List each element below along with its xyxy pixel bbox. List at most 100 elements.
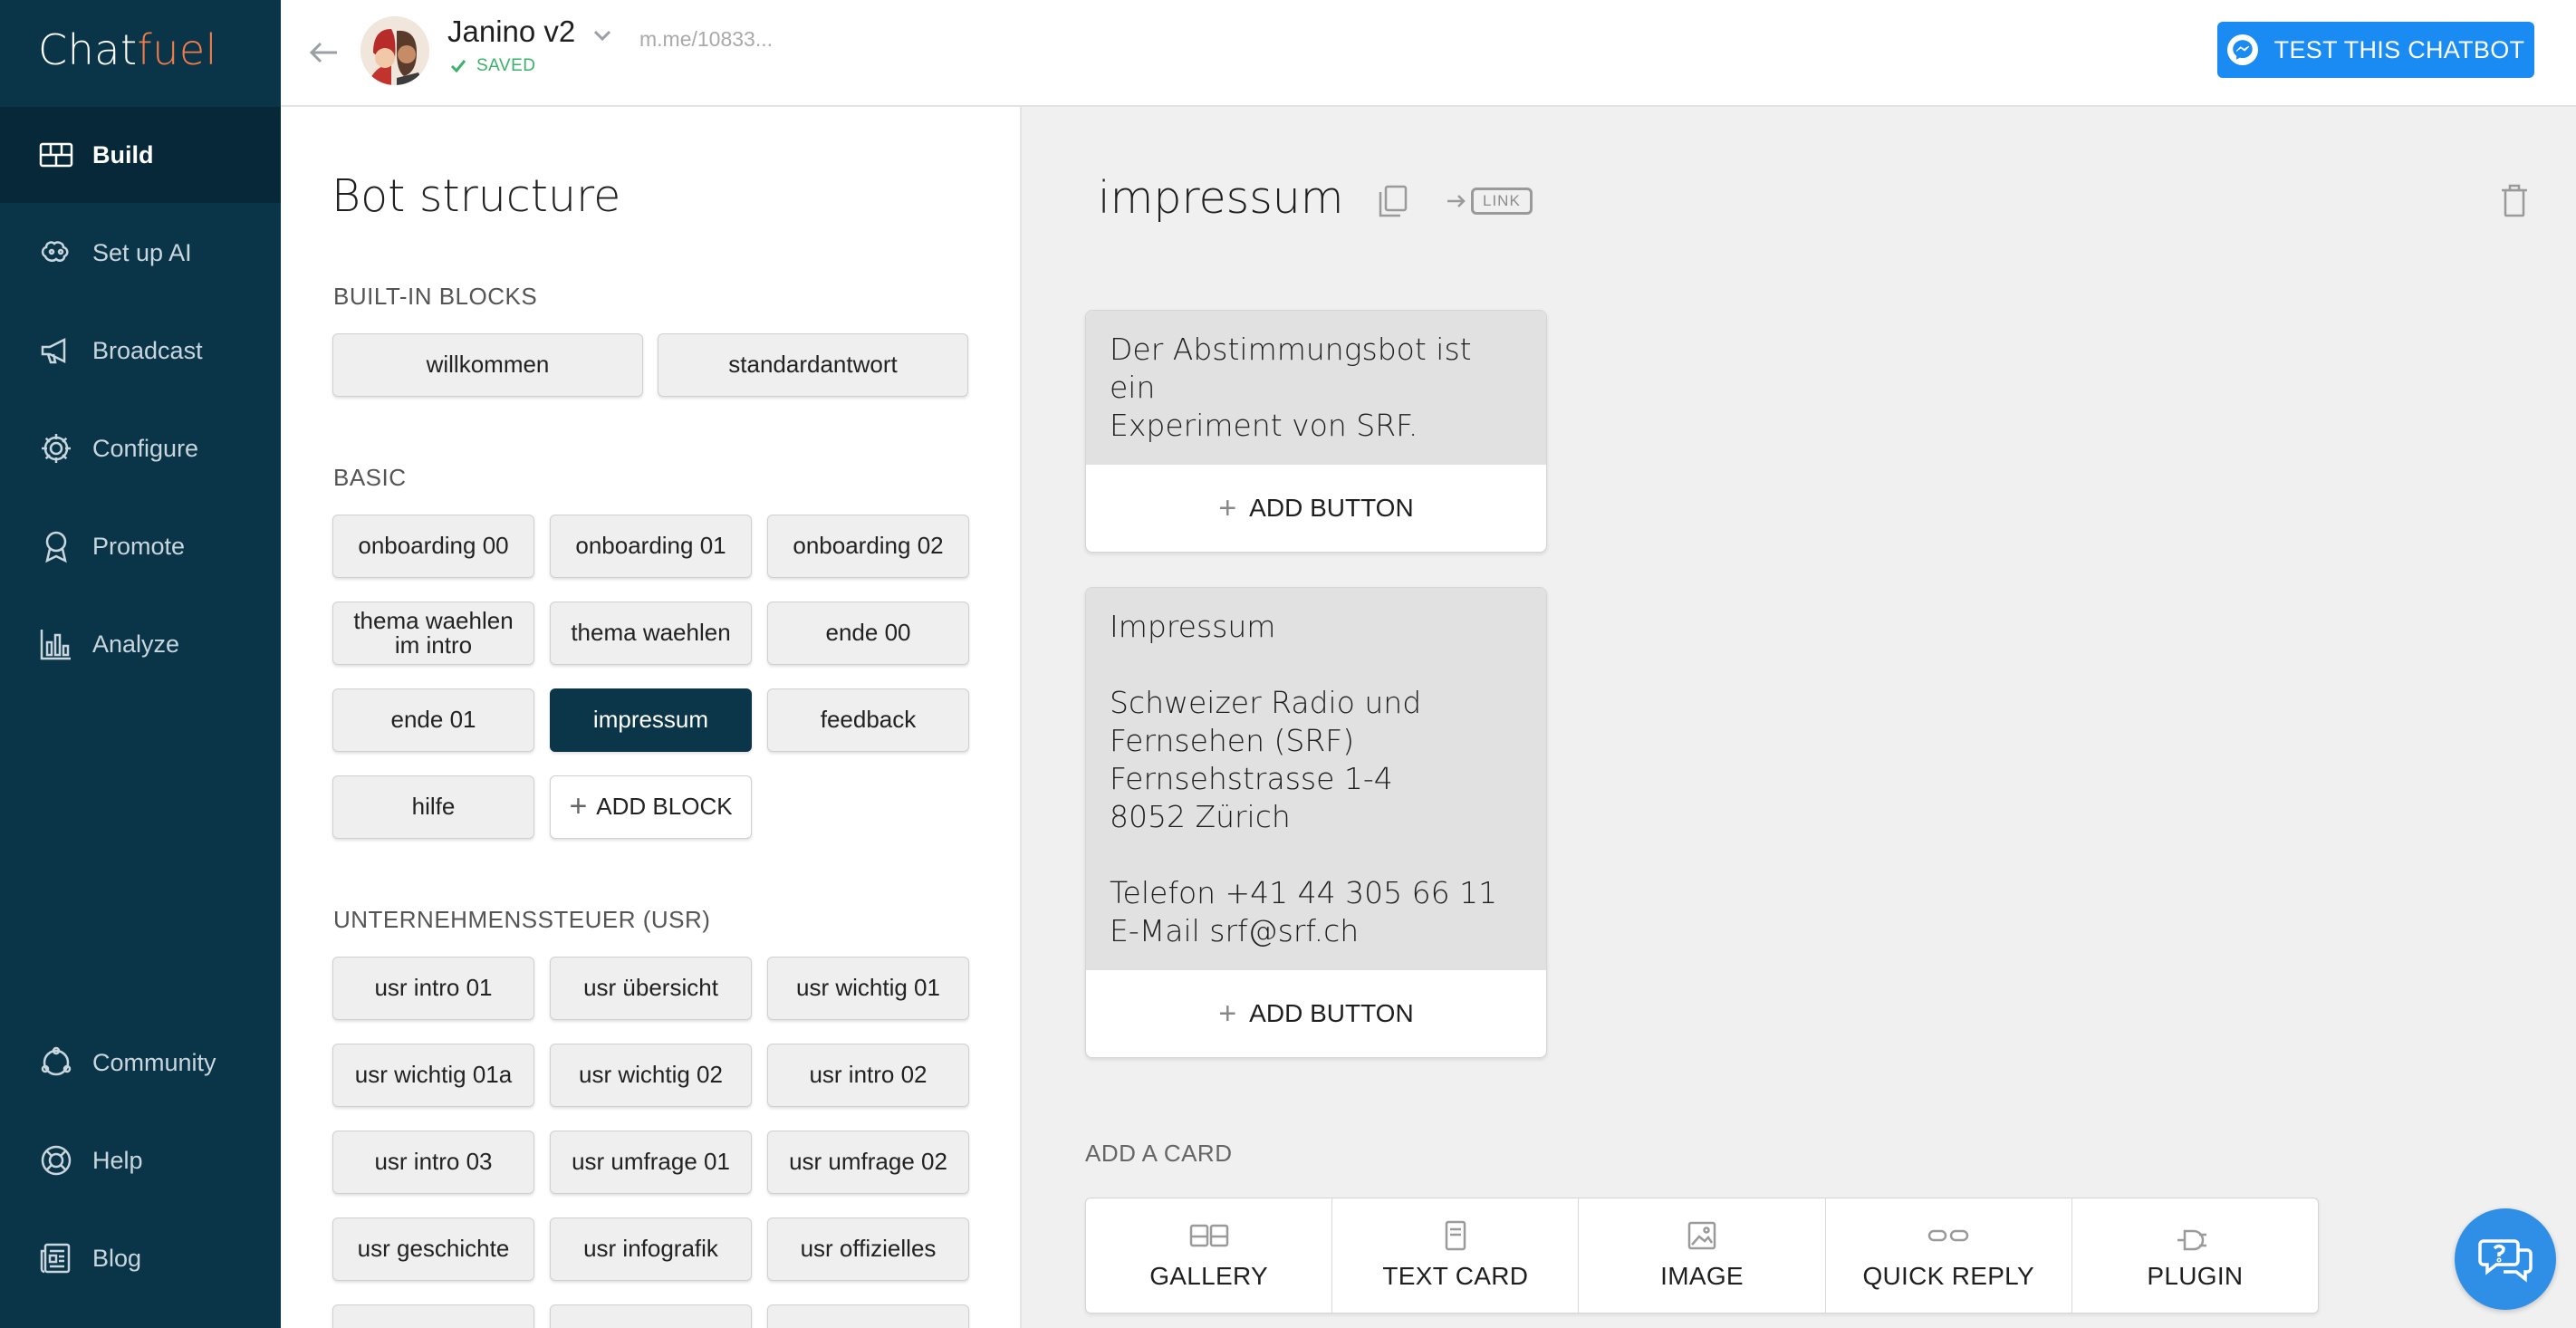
image-label: IMAGE <box>1660 1262 1744 1290</box>
test-chatbot-label: TEST THIS CHATBOT <box>2273 35 2525 63</box>
logo-text-fuel: fuel <box>137 25 217 74</box>
block-usr-offizielles[interactable]: usr offizielles <box>767 1217 969 1281</box>
block-partial[interactable] <box>767 1304 969 1328</box>
block-onboarding-01[interactable]: onboarding 01 <box>550 515 752 578</box>
block-hilfe[interactable]: hilfe <box>332 775 534 839</box>
block-partial[interactable] <box>550 1304 752 1328</box>
nav-promote-label: Promote <box>92 532 186 560</box>
block-usr-wichtig-01[interactable]: usr wichtig 01 <box>767 957 969 1020</box>
bot-structure-title: Bot structure <box>332 170 621 222</box>
text-card-icon <box>1445 1220 1466 1251</box>
block-standardantwort[interactable]: standardantwort <box>658 333 968 397</box>
gallery-label: GALLERY <box>1149 1262 1268 1290</box>
gear-icon <box>38 430 74 467</box>
nav-promote[interactable]: Promote <box>0 498 281 594</box>
block-usr-intro-02[interactable]: usr intro 02 <box>767 1044 969 1107</box>
messenger-icon <box>2226 34 2258 65</box>
add-text-card-button[interactable]: TEXT CARD <box>1332 1198 1580 1313</box>
test-chatbot-button[interactable]: TEST THIS CHATBOT <box>2217 22 2534 78</box>
quick-reply-icon <box>1927 1229 1969 1242</box>
chevron-down-icon[interactable] <box>589 22 616 49</box>
block-usr-intro-03[interactable]: usr intro 03 <box>332 1131 534 1194</box>
card-text[interactable]: Der Abstimmungsbot ist ein Experiment vo… <box>1086 311 1546 465</box>
nav-broadcast[interactable]: Broadcast <box>0 303 281 399</box>
add-button-label: ADD BUTTON <box>1249 494 1414 522</box>
block-feedback[interactable]: feedback <box>767 688 969 752</box>
enter-arrow-icon <box>1447 195 1466 207</box>
bot-messenger-link[interactable]: m.me/10833... <box>639 27 773 52</box>
add-card-label: ADD A CARD <box>1085 1140 1233 1167</box>
back-arrow-icon[interactable] <box>299 27 350 78</box>
nav-community[interactable]: Community <box>0 1015 281 1111</box>
nav-analyze[interactable]: Analyze <box>0 596 281 692</box>
nav-community-label: Community <box>92 1048 216 1076</box>
trash-icon[interactable] <box>2496 181 2533 221</box>
nav-blog-label: Blog <box>92 1244 142 1272</box>
nav-build-label: Build <box>92 140 154 168</box>
section-title-builtin: BUILT-IN BLOCKS <box>333 283 538 310</box>
plus-icon: + <box>1218 996 1237 1031</box>
block-ende-00[interactable]: ende 00 <box>767 601 969 665</box>
saved-label: SAVED <box>476 56 536 75</box>
gallery-icon <box>1189 1224 1228 1247</box>
support-chat-icon[interactable] <box>2455 1208 2556 1310</box>
block-thema-waehlen-im-intro[interactable]: thema waehlen im intro <box>332 601 534 665</box>
link-button[interactable]: LINK <box>1446 185 1533 217</box>
bot-avatar[interactable] <box>360 16 429 85</box>
add-image-button[interactable]: IMAGE <box>1579 1198 1826 1313</box>
block-usr-umfrage-02[interactable]: usr umfrage 02 <box>767 1131 969 1194</box>
quick-reply-label: QUICK REPLY <box>1862 1262 2034 1290</box>
top-bar: Janino v2 SAVED m.me/10833... TEST THIS … <box>281 0 2576 107</box>
block-title[interactable]: impressum <box>1098 172 1344 224</box>
link-label: LINK <box>1471 188 1533 215</box>
nav-configure[interactable]: Configure <box>0 400 281 496</box>
block-partial[interactable] <box>332 1304 534 1328</box>
block-usr-wichtig-02[interactable]: usr wichtig 02 <box>550 1044 752 1107</box>
add-button[interactable]: + ADD BUTTON <box>1086 465 1546 552</box>
add-quick-reply-button[interactable]: QUICK REPLY <box>1826 1198 2072 1313</box>
chatfuel-logo[interactable]: Chatfuel <box>38 25 217 74</box>
saved-status: SAVED <box>449 56 536 76</box>
nav-blog[interactable]: Blog <box>0 1210 281 1306</box>
nav-help-label: Help <box>92 1146 143 1174</box>
block-usr-intro-01[interactable]: usr intro 01 <box>332 957 534 1020</box>
nav-help[interactable]: Help <box>0 1112 281 1208</box>
card-text[interactable]: Impressum Schweizer Radio und Fernsehen … <box>1086 588 1546 970</box>
award-icon <box>38 528 74 564</box>
block-onboarding-02[interactable]: onboarding 02 <box>767 515 969 578</box>
section-title-usr: UNTERNEHMENSSTEUER (USR) <box>333 906 711 933</box>
add-button-label: ADD BUTTON <box>1249 999 1414 1027</box>
plus-icon: + <box>569 789 588 824</box>
block-usr-umfrage-01[interactable]: usr umfrage 01 <box>550 1131 752 1194</box>
text-card: Der Abstimmungsbot ist ein Experiment vo… <box>1085 310 1547 553</box>
nav-build[interactable]: Build <box>0 107 281 203</box>
block-usr-geschichte[interactable]: usr geschichte <box>332 1217 534 1281</box>
add-block-button[interactable]: + ADD BLOCK <box>550 775 752 839</box>
nav-analyze-label: Analyze <box>92 630 180 658</box>
text-card: Impressum Schweizer Radio und Fernsehen … <box>1085 587 1547 1058</box>
brain-icon <box>38 235 74 271</box>
block-editor: impressum LINK Der Abstimmungsbot ist ei… <box>1022 107 2576 1328</box>
megaphone-icon <box>38 332 74 369</box>
block-thema-waehlen[interactable]: thema waehlen <box>550 601 752 665</box>
copy-icon[interactable] <box>1375 183 1411 219</box>
block-impressum-selected[interactable]: impressum <box>550 688 752 752</box>
nav-setup-ai[interactable]: Set up AI <box>0 205 281 301</box>
add-block-label: ADD BLOCK <box>596 793 733 821</box>
bot-structure-panel: Bot structure BUILT-IN BLOCKS willkommen… <box>281 107 1022 1328</box>
block-ende-01[interactable]: ende 01 <box>332 688 534 752</box>
add-plugin-button[interactable]: PLUGIN <box>2072 1198 2318 1313</box>
bot-name[interactable]: Janino v2 <box>447 14 575 49</box>
add-button[interactable]: + ADD BUTTON <box>1086 970 1546 1057</box>
check-icon <box>450 60 466 73</box>
logo-text-chat: Chat <box>38 25 138 74</box>
plus-icon: + <box>1218 490 1237 525</box>
block-usr-wichtig-01a[interactable]: usr wichtig 01a <box>332 1044 534 1107</box>
block-usr-infografik[interactable]: usr infografik <box>550 1217 752 1281</box>
block-onboarding-00[interactable]: onboarding 00 <box>332 515 534 578</box>
add-gallery-button[interactable]: GALLERY <box>1086 1198 1333 1313</box>
nav-broadcast-label: Broadcast <box>92 336 203 364</box>
block-willkommen[interactable]: willkommen <box>332 333 643 397</box>
block-usr-uebersicht[interactable]: usr übersicht <box>550 957 752 1020</box>
bar-chart-icon <box>38 626 74 662</box>
